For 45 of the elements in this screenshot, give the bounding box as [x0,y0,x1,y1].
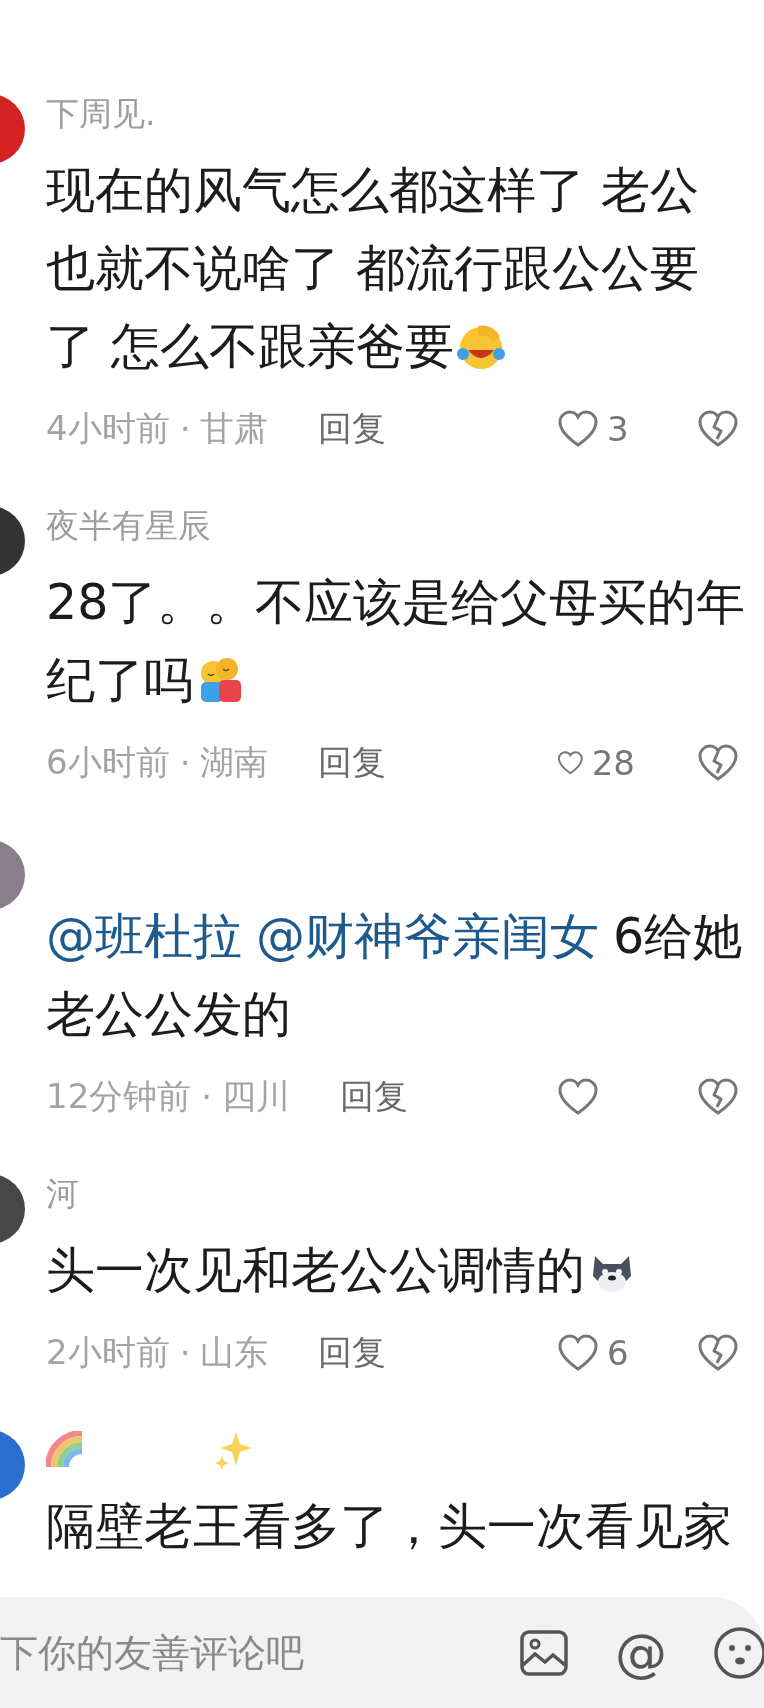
like-count: 3 [607,409,629,449]
comment-input[interactable]: 下你的友善评论吧 [0,1630,473,1675]
username[interactable]: 河 [46,1174,79,1214]
mention-link[interactable]: @班杜拉 [46,898,242,976]
reply-link[interactable]: 回复 [318,1330,387,1376]
broken-heart-icon[interactable] [697,409,739,449]
reply-link[interactable]: 回复 [318,740,387,786]
broken-heart-icon[interactable] [697,743,739,783]
separator-dot: · [201,1077,213,1117]
username[interactable]: 夜半有星辰 [46,506,211,546]
crying-laughing-face-icon [455,322,506,372]
mention-link[interactable]: @财神爷亲闺女 [256,898,599,976]
rainbow-icon [46,1431,84,1469]
broken-heart-icon[interactable] [697,1333,739,1373]
like-count: 28 [591,743,635,783]
comment-time: 4小时前 [46,407,170,450]
username[interactable]: 下周见. [46,94,156,134]
emoji-icon[interactable] [713,1625,764,1680]
comment-location: 湖南 [200,741,269,784]
comment-text: 了 怎么不跟亲爸要 [46,308,739,386]
comment-text: 隔壁老王看多了，头一次看见家 [46,1497,733,1557]
comment-text: 现在的风气怎么都这样了 老公 [46,161,700,221]
separator-dot: · [179,743,191,783]
heart-icon[interactable] [557,1333,599,1373]
image-icon[interactable] [519,1628,569,1677]
reply-link[interactable]: 回复 [318,406,387,452]
heart-icon[interactable] [557,409,599,449]
comment-text: 头一次见和老公公调情的 [46,1232,739,1310]
comment-time: 6小时前 [46,741,170,784]
comment-text: 也就不说啥了 都流行跟公公要 [46,239,700,299]
comment-location: 山东 [200,1331,269,1374]
comment-time: 2小时前 [46,1331,170,1374]
mention-button[interactable]: @ [615,1626,667,1679]
sparkles-icon [214,1430,254,1470]
comment-location: 四川 [222,1075,291,1118]
reply-link[interactable]: 回复 [340,1074,409,1120]
separator-dot: · [179,1333,191,1373]
comment-text: 老公公发的 [46,985,292,1045]
comment-location: 甘肃 [200,407,269,450]
heart-icon[interactable] [557,1077,599,1117]
comment-text: 纪了吗 [46,642,739,720]
like-count: 6 [607,1333,629,1373]
broken-heart-icon[interactable] [697,1077,739,1117]
separator-dot: · [179,409,191,449]
comment-time: 12分钟前 [46,1075,192,1118]
